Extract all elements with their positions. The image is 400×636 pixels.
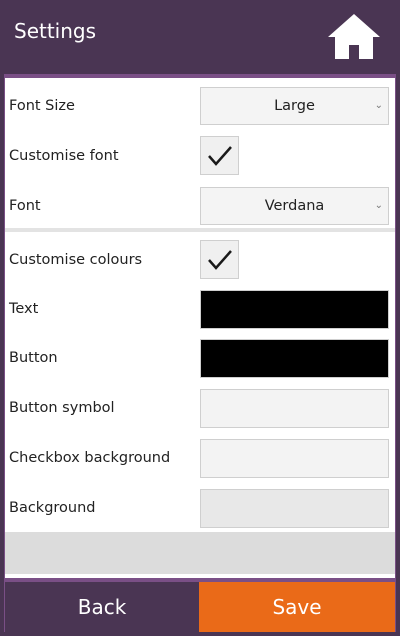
- text-colour-row: Text: [5, 284, 395, 334]
- button-colour-label: Button: [9, 350, 58, 366]
- section-divider: [5, 228, 395, 232]
- background-colour-row: Background: [5, 483, 395, 533]
- checkmark-icon: [208, 250, 232, 270]
- customise-colours-label: Customise colours: [9, 252, 143, 268]
- settings-panel: Font Size Large ⌄ Customise font Font Ve…: [5, 78, 395, 578]
- background-colour-label: Background: [9, 500, 96, 516]
- customise-font-row: Customise font: [5, 131, 395, 181]
- font-label: Font: [9, 198, 41, 214]
- font-select[interactable]: Verdana ⌄: [200, 187, 389, 225]
- background-colour-swatch[interactable]: [200, 489, 389, 528]
- font-size-label: Font Size: [9, 98, 75, 114]
- button-colour-swatch[interactable]: [200, 339, 389, 378]
- checkbox-background-colour-row: Checkbox background: [5, 433, 395, 483]
- customise-font-checkbox[interactable]: [200, 136, 239, 175]
- button-colour-row: Button: [5, 333, 395, 383]
- customise-colours-row: Customise colours: [5, 235, 395, 285]
- text-colour-swatch[interactable]: [200, 290, 389, 329]
- chevron-down-icon: ⌄: [374, 100, 383, 111]
- font-size-row: Font Size Large ⌄: [5, 81, 395, 131]
- button-symbol-colour-swatch[interactable]: [200, 389, 389, 428]
- font-size-select[interactable]: Large ⌄: [200, 87, 389, 125]
- customise-font-label: Customise font: [9, 148, 119, 164]
- checkbox-background-colour-swatch[interactable]: [200, 439, 389, 478]
- empty-area: [5, 532, 395, 574]
- checkbox-background-colour-label: Checkbox background: [9, 450, 171, 466]
- customise-colours-checkbox[interactable]: [200, 240, 239, 279]
- home-button[interactable]: [326, 10, 382, 62]
- save-button[interactable]: Save: [199, 582, 395, 632]
- settings-frame: Font Size Large ⌄ Customise font Font Ve…: [4, 74, 396, 632]
- header-bar: Settings: [0, 0, 400, 70]
- text-colour-label: Text: [9, 301, 39, 317]
- button-symbol-colour-row: Button symbol: [5, 383, 395, 433]
- font-size-value: Large: [274, 98, 315, 114]
- font-row: Font Verdana ⌄: [5, 181, 395, 231]
- checkmark-icon: [208, 146, 232, 166]
- back-button[interactable]: Back: [5, 582, 199, 632]
- page-title: Settings: [14, 19, 97, 43]
- home-icon: [328, 14, 380, 59]
- button-symbol-colour-label: Button symbol: [9, 400, 115, 416]
- font-value: Verdana: [264, 198, 325, 214]
- chevron-down-icon: ⌄: [374, 200, 383, 211]
